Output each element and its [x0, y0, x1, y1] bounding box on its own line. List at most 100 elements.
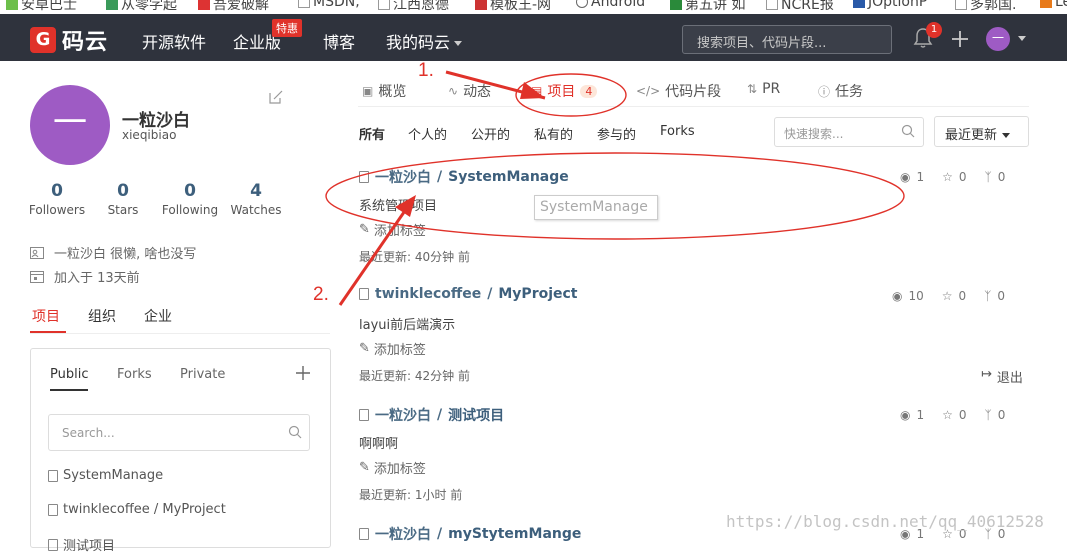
bookmark-item[interactable]: 从零学起 — [106, 0, 177, 14]
bookmark-item[interactable]: NCRE报 — [766, 0, 834, 14]
add-tag-link[interactable]: ✎ 添加标签 — [359, 458, 426, 477]
filter-personal[interactable]: 个人的 — [408, 124, 447, 143]
filter-participated[interactable]: 参与的 — [597, 124, 636, 143]
quick-search-placeholder: 快速搜索... — [784, 127, 844, 141]
active-tab-underline — [30, 331, 66, 333]
projects-count-badge: 4 — [580, 84, 598, 98]
fork-icon: ᛉ — [984, 408, 992, 422]
bookmark-favicon-icon — [378, 0, 390, 10]
sort-label: 最近更新 — [945, 128, 998, 143]
star-icon: ☆ — [942, 408, 953, 422]
tab-projects-main[interactable]: ▤ 项目 4 — [531, 81, 598, 101]
annotation-label-1: 1. — [418, 60, 434, 81]
tab-projects[interactable]: 项目 — [32, 306, 60, 326]
bookmark-favicon-icon — [576, 0, 588, 8]
fork-count[interactable]: ᛉ0 — [985, 170, 1006, 184]
chevron-down-icon[interactable] — [1018, 36, 1026, 41]
main-tabs: ▣ 概览 ∿ 动态 ▤ 项目 4 </> 代码片段 ⇅ PR ⓘ 任务 — [358, 79, 1029, 107]
search-icon — [288, 425, 302, 439]
sidebar-repo-item[interactable]: twinklecoffee / MyProject — [48, 502, 226, 517]
repo-list-item: twinklecoffee / MyProject layui前后端演示 ✎ 添加标签… — [359, 286, 1029, 386]
pull-request-icon: ⇅ — [747, 82, 758, 96]
filter-private[interactable]: 私有的 — [534, 124, 573, 143]
repo-book-icon: ▤ — [531, 84, 543, 98]
bookmark-favicon-icon — [955, 0, 967, 10]
bookmark-favicon-icon — [1040, 0, 1052, 8]
repo-book-icon — [359, 409, 369, 421]
watch-count[interactable]: ◉ 10 — [892, 289, 924, 303]
tab-activity[interactable]: ∿ 动态 — [448, 81, 491, 101]
panel-tab-public[interactable]: Public — [50, 367, 88, 382]
nav-my-gitee[interactable]: 我的码云 — [386, 29, 463, 53]
star-count[interactable]: ☆ 0 — [942, 289, 966, 303]
stat-value: 4 — [250, 181, 262, 201]
bookmarks-bar: 安卓巴士 从零学起 吾爱破解 MSDN, 江西恩德 模板王-网 Android … — [0, 0, 1067, 14]
tab-organizations[interactable]: 组织 — [88, 306, 116, 326]
stat-following[interactable]: 0 Following — [155, 181, 225, 217]
filter-forks[interactable]: Forks — [660, 124, 695, 139]
panel-tab-forks[interactable]: Forks — [117, 367, 152, 382]
watch-count[interactable]: ◉ 1 — [900, 170, 924, 184]
bookmark-item[interactable]: JOptionP — [853, 0, 927, 10]
filter-all[interactable]: 所有 — [359, 124, 385, 143]
sort-dropdown[interactable]: 最近更新 — [934, 116, 1029, 147]
sidebar-repo-item[interactable]: SystemManage — [48, 468, 163, 483]
site-logo[interactable]: G 码云 — [30, 24, 108, 56]
fork-count[interactable]: ᛉ0 — [985, 408, 1006, 422]
bookmark-item[interactable]: 多郭国. — [955, 0, 1016, 14]
nav-open-source[interactable]: 开源软件 — [142, 29, 206, 53]
repo-stats: ◉ 1 ☆ 0 ᛉ0 — [900, 170, 1005, 184]
star-count[interactable]: ☆ 0 — [942, 170, 966, 184]
user-avatar-menu[interactable]: 一 — [986, 27, 1010, 51]
star-icon: ☆ — [941, 289, 953, 303]
bookmark-item[interactable]: MSDN, — [298, 0, 360, 10]
stat-stars[interactable]: 0 Stars — [88, 181, 158, 217]
stat-label: Stars — [107, 203, 139, 217]
tab-code-snippets[interactable]: </> 代码片段 — [636, 81, 721, 101]
watch-count[interactable]: ◉ 1 — [900, 408, 924, 422]
bookmark-item[interactable]: 江西恩德 — [378, 0, 449, 14]
panel-tab-private[interactable]: Private — [180, 367, 225, 382]
nav-blog[interactable]: 博客 — [323, 29, 355, 53]
repo-book-icon — [48, 503, 58, 516]
add-tag-link[interactable]: ✎ 添加标签 — [359, 220, 426, 239]
global-search-input[interactable]: 搜索项目、代码片段... — [682, 25, 892, 54]
fork-count[interactable]: ᛉ0 — [984, 289, 1005, 303]
profile-avatar: 一 — [30, 85, 110, 165]
quit-repo-button[interactable]: ↦ 退出 — [981, 367, 1023, 386]
stat-value: 0 — [51, 181, 63, 201]
bookmark-item[interactable]: 模板王-网 — [475, 0, 551, 14]
tab-pull-requests[interactable]: ⇅ PR — [747, 81, 780, 97]
sidebar-repo-item[interactable]: 测试项目 — [48, 535, 115, 554]
stat-followers[interactable]: 0 Followers — [22, 181, 92, 217]
search-icon — [901, 124, 915, 138]
bookmark-item[interactable]: 第五讲 如 — [670, 0, 745, 14]
sidebar-repo-search-input[interactable]: Search... — [48, 414, 310, 451]
add-tag-link[interactable]: ✎ 添加标签 — [359, 339, 426, 358]
chevron-down-icon — [1002, 133, 1011, 138]
star-count[interactable]: ☆ 0 — [942, 408, 966, 422]
annotation-label-2: 2. — [313, 284, 329, 305]
tab-overview[interactable]: ▣ 概览 — [362, 81, 406, 101]
repo-description: layui前后端演示 — [359, 318, 456, 333]
repo-list-item: 一粒沙白 / SystemManage 系统管理项目 ✎ 添加标签 最近更新: 40分… — [359, 167, 1029, 264]
nav-my-gitee-label: 我的码云 — [386, 33, 451, 52]
gitee-logo-icon: G — [30, 27, 56, 53]
add-repo-plus-icon[interactable] — [295, 365, 311, 381]
global-search-placeholder: 搜索项目、代码片段... — [697, 36, 827, 51]
stat-value: 0 — [184, 181, 196, 201]
repo-book-icon — [48, 538, 58, 551]
tab-tasks[interactable]: ⓘ 任务 — [818, 81, 863, 101]
repo-stats: ◉ 1 ☆ 0 ᛉ0 — [900, 408, 1005, 422]
plus-icon[interactable] — [950, 29, 970, 49]
stat-watches[interactable]: 4 Watches — [221, 181, 291, 217]
watermark: https://blog.csdn.net/qq_40612528 — [726, 512, 1044, 531]
bookmark-item[interactable]: 吾爱破解 — [198, 0, 269, 14]
tab-enterprises[interactable]: 企业 — [144, 306, 172, 326]
eye-icon: ◉ — [892, 289, 903, 303]
bookmark-item[interactable]: Le — [1040, 0, 1067, 10]
edit-profile-icon[interactable] — [268, 89, 284, 105]
filter-public[interactable]: 公开的 — [471, 124, 510, 143]
bookmark-item[interactable]: Android — [576, 0, 645, 10]
bookmark-item[interactable]: 安卓巴士 — [6, 0, 77, 14]
